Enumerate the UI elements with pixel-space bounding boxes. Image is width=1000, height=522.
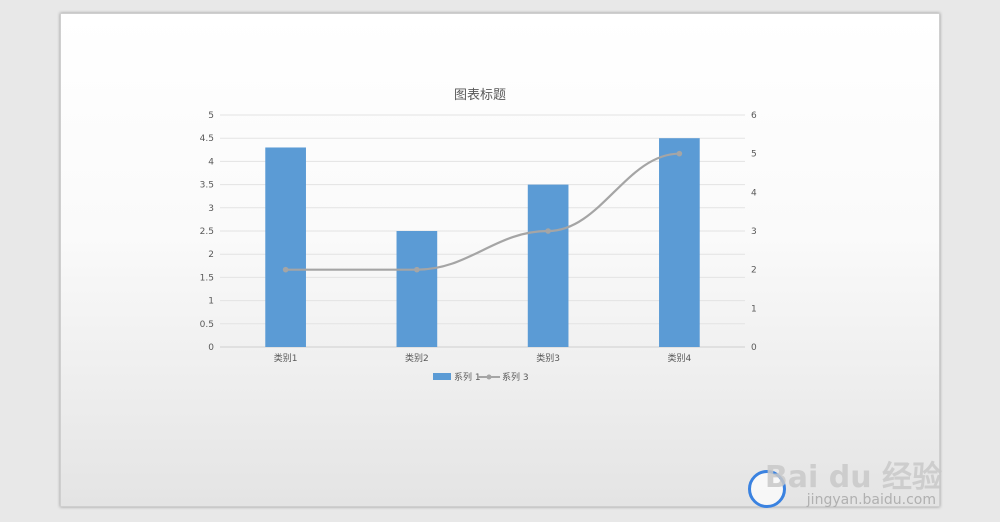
y-left-tick-label: 2.5: [200, 227, 214, 237]
y-axis-left: 0 0.5 1 1.5 2 2.5 3 3.5 4 4.5 5: [200, 111, 215, 353]
x-axis: 类别1 类别2 类别3 类别4: [274, 352, 692, 364]
y-right-tick-label: 0: [751, 343, 757, 353]
y-axis-right: 0 1 2 3 4 5 6: [751, 111, 757, 353]
combo-chart: 图表标题 00.511.522.533.544.55 0123456 类别1 类别…: [200, 88, 757, 383]
y-right-tick-label: 1: [751, 304, 757, 314]
legend-swatch-marker: [486, 374, 492, 380]
y-right-tick-label: 5: [751, 150, 757, 160]
y-right-tick-label: 3: [751, 227, 757, 237]
y-left-tick-label: 1.5: [200, 273, 214, 283]
y-left-tick-label: 0: [208, 343, 214, 353]
legend-swatch-bar: [433, 373, 451, 380]
y-left-tick-label: 5: [208, 111, 214, 121]
x-tick-label: 类别4: [668, 352, 692, 364]
watermark-brand: Bai du 经验: [764, 460, 942, 495]
line-point: [676, 150, 683, 157]
y-left-tick-label: 0.5: [200, 320, 214, 330]
y-left-tick-label: 2: [208, 250, 214, 260]
line-path: [285, 152, 680, 271]
y-right-tick-label: 6: [751, 111, 757, 121]
bar: [527, 184, 569, 347]
line-point: [545, 228, 551, 234]
bar-series: [265, 138, 700, 347]
legend-label: 系列 1: [454, 371, 481, 383]
line-point: [282, 266, 289, 273]
watermark-url: jingyan.baidu.com: [806, 492, 936, 508]
y-left-tick-label: 3: [208, 204, 214, 214]
bar: [265, 147, 306, 347]
y-right-tick-label: 4: [751, 188, 757, 198]
legend: 系列 1 系列 3: [433, 371, 529, 383]
y-left-tick-label: 4.5: [200, 134, 214, 144]
bar: [659, 138, 700, 347]
y-left-tick-label: 3.5: [200, 181, 214, 191]
y-right-tick-label: 2: [751, 266, 757, 276]
bar: [396, 231, 438, 347]
y-left-tick-label: 4: [208, 157, 214, 167]
line-point: [414, 266, 420, 273]
y-left-tick-label: 1: [208, 297, 214, 307]
chart-title: 图表标题: [454, 88, 506, 103]
x-tick-label: 类别2: [405, 352, 429, 364]
x-tick-label: 类别3: [536, 352, 560, 364]
x-tick-label: 类别1: [274, 352, 298, 364]
legend-label: 系列 3: [502, 371, 529, 383]
